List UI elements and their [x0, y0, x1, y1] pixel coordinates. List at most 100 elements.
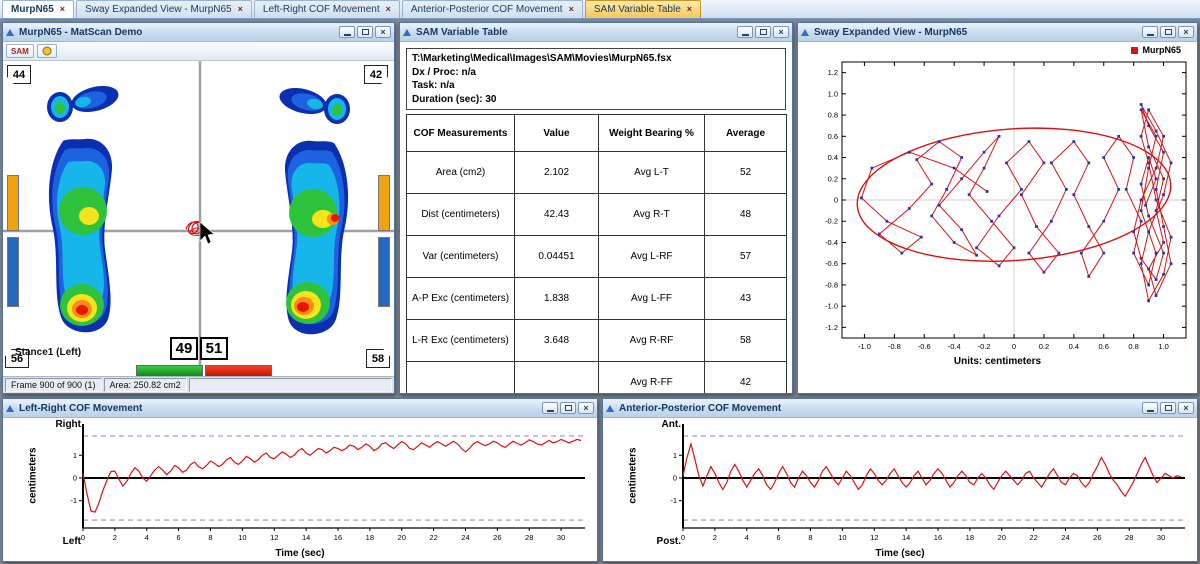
svg-text:8: 8: [808, 533, 812, 542]
tab-close-icon[interactable]: ×: [386, 5, 391, 14]
svg-text:14: 14: [902, 533, 910, 542]
svg-text:6: 6: [777, 533, 781, 542]
svg-text:-0.6: -0.6: [825, 259, 838, 268]
minimize-icon: [547, 410, 554, 412]
minimize-icon: [1147, 34, 1154, 36]
svg-text:6: 6: [177, 533, 181, 542]
svg-text:20: 20: [398, 533, 406, 542]
svg-text:0.6: 0.6: [1099, 342, 1109, 351]
close-button[interactable]: ×: [578, 402, 594, 414]
svg-text:-0.2: -0.2: [978, 342, 991, 351]
matscan-titlebar[interactable]: MurpN65 - MatScan Demo ×: [3, 23, 394, 42]
svg-text:10: 10: [838, 533, 846, 542]
tab-close-icon[interactable]: ×: [60, 5, 65, 14]
svg-text:0.6: 0.6: [828, 132, 838, 141]
table-row: Dist (centimeters)42.43Avg R-T48: [407, 194, 787, 236]
svg-text:-0.4: -0.4: [825, 238, 838, 247]
matscan-statusbar: Frame 900 of 900 (1) Area: 250.82 cm2: [3, 376, 394, 393]
svg-text:0: 0: [73, 474, 77, 483]
close-button[interactable]: ×: [375, 26, 391, 38]
table-cell: 3.648: [515, 320, 599, 362]
maximize-button[interactable]: [1160, 402, 1176, 414]
svg-text:30: 30: [1157, 533, 1165, 542]
legend-swatch: [1131, 47, 1138, 54]
svg-text:26: 26: [493, 533, 501, 542]
tab-murpn65[interactable]: MurpN65 ×: [2, 0, 74, 18]
minimize-button[interactable]: [542, 402, 558, 414]
tab-label: Left-Right COF Movement: [263, 4, 380, 15]
dx-proc: Dx / Proc: n/a: [412, 66, 780, 80]
column-header: Average: [705, 115, 787, 152]
status-filler: [189, 378, 392, 392]
pan-tool-button[interactable]: [37, 44, 57, 58]
left-blue-gauge: [7, 237, 19, 307]
svg-text:-1.2: -1.2: [825, 323, 838, 332]
svg-text:0.2: 0.2: [828, 174, 838, 183]
svg-text:1: 1: [673, 451, 677, 460]
svg-text:4: 4: [745, 533, 749, 542]
svg-text:26: 26: [1093, 533, 1101, 542]
tab-close-icon[interactable]: ×: [687, 5, 692, 14]
svg-text:2: 2: [113, 533, 117, 542]
left-right-cof-window: Left-Right COF Movement × 10-10246810121…: [2, 398, 598, 562]
maximize-button[interactable]: [560, 402, 576, 414]
ap-titlebar[interactable]: Anterior-Posterior COF Movement ×: [603, 399, 1197, 418]
svg-text:-0.2: -0.2: [825, 217, 838, 226]
minimize-button[interactable]: [339, 26, 355, 38]
lr-titlebar[interactable]: Left-Right COF Movement ×: [3, 399, 597, 418]
x-axis-label: Time (sec): [3, 548, 597, 559]
svg-text:-0.6: -0.6: [918, 342, 931, 351]
window-title: Sway Expanded View - MurpN65: [814, 27, 1137, 38]
close-button[interactable]: ×: [1178, 402, 1194, 414]
pressure-canvas[interactable]: 44 42 56 58 Stance1 (Left) 49 51: [3, 61, 394, 376]
right-blue-gauge: [378, 237, 390, 307]
tab-sway-expanded-view[interactable]: Sway Expanded View - MurpN65 ×: [76, 0, 252, 18]
left-foot: [47, 82, 121, 333]
svg-text:30: 30: [557, 533, 565, 542]
svg-text:8: 8: [208, 533, 212, 542]
maximize-button[interactable]: [357, 26, 373, 38]
table-cell: Avg R-RF: [599, 320, 705, 362]
right-foot: [277, 84, 350, 335]
tab-close-icon[interactable]: ×: [238, 5, 243, 14]
window-title: MurpN65 - MatScan Demo: [19, 27, 334, 38]
lr-plot: 10-1024681012141618202224262830: [3, 418, 597, 561]
table-row: Avg R-FF42: [407, 362, 787, 394]
tab-anterior-posterior-cof[interactable]: Anterior-Posterior COF Movement ×: [402, 0, 583, 18]
pan-tool-icon: [42, 46, 52, 56]
table-cell: 58: [705, 320, 787, 362]
minimize-button[interactable]: [737, 26, 753, 38]
sway-titlebar[interactable]: Sway Expanded View - MurpN65 ×: [798, 23, 1197, 42]
close-button[interactable]: ×: [773, 26, 789, 38]
area-status: Area: 250.82 cm2: [104, 378, 187, 392]
svg-text:0: 0: [834, 196, 838, 205]
table-cell: 43: [705, 278, 787, 320]
table-header-row: COF Measurements Value Weight Bearing % …: [407, 115, 787, 152]
svg-text:10: 10: [238, 533, 246, 542]
svg-text:22: 22: [1029, 533, 1037, 542]
maximize-button[interactable]: [755, 26, 771, 38]
tab-label: MurpN65: [11, 4, 54, 15]
tab-close-icon[interactable]: ×: [569, 5, 574, 14]
sam-button[interactable]: SAM: [6, 44, 34, 58]
tab-left-right-cof[interactable]: Left-Right COF Movement ×: [254, 0, 400, 18]
table-cell: Avg L-RF: [599, 236, 705, 278]
svg-text:0: 0: [81, 533, 85, 542]
maximize-icon: [1165, 405, 1172, 411]
svg-text:0.8: 0.8: [1128, 342, 1138, 351]
maximize-button[interactable]: [1160, 26, 1176, 38]
svg-text:4: 4: [145, 533, 149, 542]
ap-plot: 10-1024681012141618202224262830: [603, 418, 1197, 561]
minimize-button[interactable]: [1142, 26, 1158, 38]
maximize-icon: [565, 405, 572, 411]
maximize-icon: [1165, 29, 1172, 35]
tab-sam-variable-table[interactable]: SAM Variable Table ×: [585, 0, 701, 18]
y-top-label: Right: [37, 419, 81, 430]
sam-table-titlebar[interactable]: SAM Variable Table ×: [400, 23, 792, 42]
window-icon: [606, 405, 614, 412]
tab-label: SAM Variable Table: [594, 4, 681, 15]
svg-text:12: 12: [270, 533, 278, 542]
anterior-posterior-cof-window: Anterior-Posterior COF Movement × 10-102…: [602, 398, 1198, 562]
minimize-button[interactable]: [1142, 402, 1158, 414]
close-button[interactable]: ×: [1178, 26, 1194, 38]
